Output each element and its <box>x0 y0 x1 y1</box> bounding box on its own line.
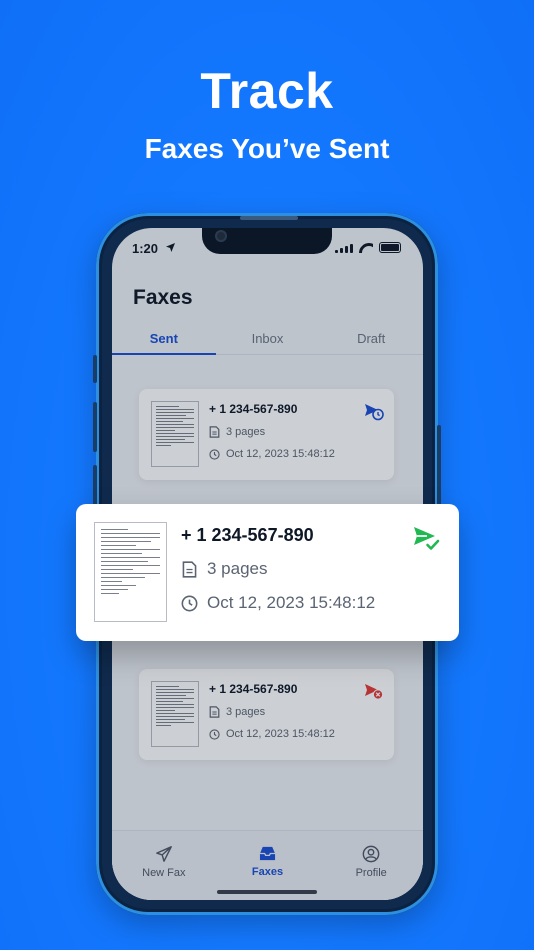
tab-sent[interactable]: Sent <box>112 323 216 355</box>
page-title: Faxes <box>133 286 193 309</box>
phone-side-button <box>93 402 97 452</box>
fax-pages-label: 3 pages <box>207 559 268 578</box>
fax-pages-label: 3 pages <box>226 706 266 718</box>
document-icon <box>209 426 220 438</box>
tab-draft[interactable]: Draft <box>319 323 423 354</box>
fax-timestamp-label: Oct 12, 2023 15:48:12 <box>226 448 335 460</box>
nav-profile[interactable]: Profile <box>319 831 423 900</box>
fax-number: + 1 234-567-890 <box>209 402 298 416</box>
clock-icon <box>181 595 198 611</box>
cellular-signal-icon <box>335 243 353 253</box>
fax-pages: 3 pages <box>209 426 265 438</box>
fax-number: + 1 234-567-890 <box>209 682 298 696</box>
send-clock-icon <box>365 404 384 421</box>
fax-thumbnail <box>151 681 199 747</box>
send-check-icon <box>414 527 440 550</box>
nav-faxes-label: Faxes <box>251 866 284 878</box>
nav-new-fax-label: New Fax <box>142 867 186 879</box>
promo-subline: Faxes You’ve Sent <box>144 133 390 164</box>
document-icon <box>209 706 220 718</box>
phone-speaker <box>240 216 298 220</box>
clock-icon <box>209 448 220 460</box>
fax-list-item[interactable]: + 1 234-567-890 3 pages Oct 12, 2023 15:… <box>139 669 394 760</box>
inbox-icon <box>259 846 276 861</box>
nav-profile-label: Profile <box>355 867 387 879</box>
fax-thumbnail <box>94 522 167 622</box>
fax-timestamp: Oct 12, 2023 15:48:12 <box>209 448 335 460</box>
home-indicator <box>217 890 317 894</box>
phone-power-button <box>437 425 441 505</box>
battery-icon <box>379 242 401 253</box>
fax-list-item[interactable]: + 1 234-567-890 3 pages Oct 12, 2023 15:… <box>139 389 394 480</box>
paper-plane-icon <box>155 846 172 862</box>
tab-inbox[interactable]: Inbox <box>216 323 320 354</box>
fax-pages: 3 pages <box>209 706 265 718</box>
fax-pages: 3 pages <box>182 559 268 579</box>
status-time: 1:20 <box>132 241 159 256</box>
send-error-icon <box>365 684 384 700</box>
fax-tabs: Sent Inbox Draft <box>112 323 423 355</box>
wifi-icon <box>359 243 373 253</box>
highlighted-fax-card[interactable]: + 1 234-567-890 3 pages Oct 12, 2023 15:… <box>76 504 459 641</box>
clock-icon <box>209 728 220 740</box>
user-circle-icon <box>362 845 380 863</box>
fax-timestamp: Oct 12, 2023 15:48:12 <box>181 593 375 613</box>
document-icon <box>182 560 197 578</box>
fax-thumbnail <box>151 401 199 467</box>
fax-pages-label: 3 pages <box>226 426 266 438</box>
fax-timestamp: Oct 12, 2023 15:48:12 <box>209 728 335 740</box>
nav-new-fax[interactable]: New Fax <box>112 831 216 900</box>
phone-side-button <box>93 355 97 383</box>
fax-timestamp-label: Oct 12, 2023 15:48:12 <box>207 593 376 612</box>
fax-timestamp-label: Oct 12, 2023 15:48:12 <box>226 728 335 740</box>
promo-headline: Track <box>200 63 334 119</box>
location-arrow-icon <box>166 243 175 252</box>
fax-number: + 1 234-567-890 <box>181 525 314 545</box>
front-camera <box>215 230 227 242</box>
